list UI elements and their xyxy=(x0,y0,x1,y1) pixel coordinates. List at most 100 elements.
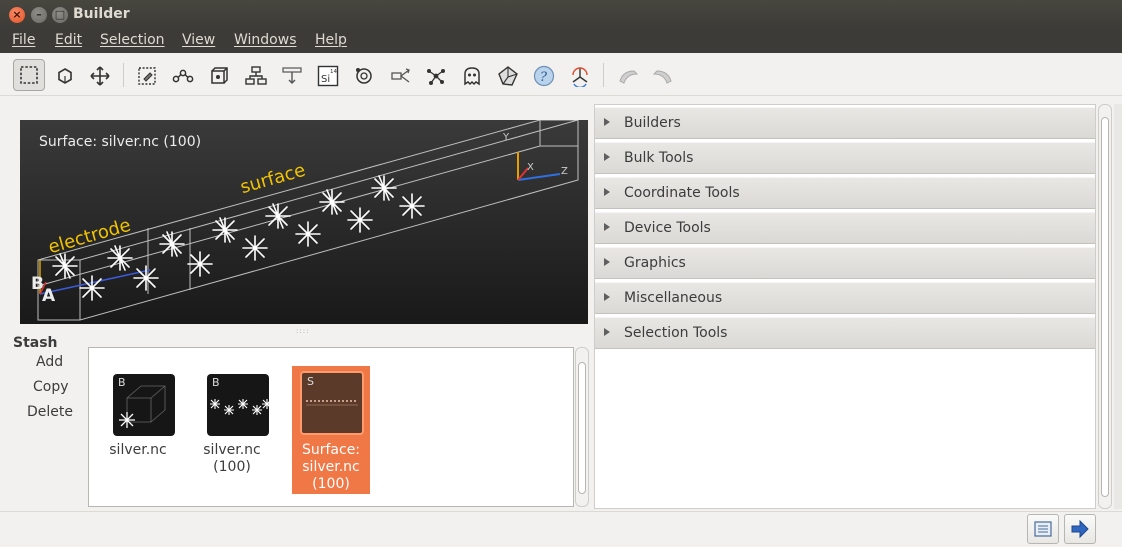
scrollbar-thumb[interactable] xyxy=(578,362,586,494)
stash-item-label: Surface: silver.nc (100) xyxy=(301,442,361,492)
toolbar-separator xyxy=(123,63,124,87)
bonds-tool-button[interactable] xyxy=(168,61,198,91)
stash-item-selected[interactable]: S Surface: silver.nc (100) xyxy=(292,366,370,494)
expand-arrow-icon xyxy=(604,328,610,336)
undo-icon xyxy=(619,70,639,84)
molecule-icon xyxy=(427,69,445,85)
element-si-icon: Si14 xyxy=(317,65,339,87)
menu-windows[interactable]: Windows xyxy=(234,32,297,48)
maximize-window-button[interactable]: □ xyxy=(52,7,68,23)
section-label: Selection Tools xyxy=(624,325,728,341)
polyhedra-tool-button[interactable] xyxy=(493,61,523,91)
stash-title: Stash xyxy=(13,335,58,351)
section-label: Graphics xyxy=(624,255,686,271)
title-bar: × – □ Builder xyxy=(0,0,1122,30)
menu-view[interactable]: View xyxy=(182,32,215,48)
hierarchy-tool-button[interactable] xyxy=(241,61,271,91)
expand-arrow-icon xyxy=(604,258,610,266)
stash-item-label: silver.nc (100) xyxy=(203,442,261,475)
section-graphics[interactable]: Graphics xyxy=(595,247,1095,279)
stash-list: B silver.nc B silver.nc (100) S Surface:… xyxy=(88,347,574,507)
minimize-window-button[interactable]: – xyxy=(31,7,47,23)
structure-viewport[interactable]: Surface: silver.nc (100) electrode surfa… xyxy=(20,120,588,324)
select-region-icon xyxy=(20,66,38,84)
rotate-tool-button[interactable] xyxy=(50,61,80,91)
atom-label-tool-button[interactable] xyxy=(349,61,379,91)
send-to-button[interactable] xyxy=(1064,514,1096,544)
measure-tool-button[interactable] xyxy=(277,61,307,91)
axis-z-label: Z xyxy=(561,166,568,177)
ghost-icon xyxy=(464,67,480,86)
move-tool-button[interactable] xyxy=(85,61,115,91)
menu-selection[interactable]: Selection xyxy=(100,32,165,48)
menu-file[interactable]: File xyxy=(12,32,35,48)
section-label: Bulk Tools xyxy=(624,150,694,166)
stash-thumbnail: B xyxy=(207,374,269,436)
stash-item[interactable]: B silver.nc xyxy=(99,366,177,494)
tools-panel-scrollbar[interactable] xyxy=(1098,104,1112,509)
redo-button[interactable] xyxy=(648,61,678,91)
menu-edit[interactable]: Edit xyxy=(55,32,82,48)
select-region-tool-button[interactable] xyxy=(13,59,45,91)
cell-icon xyxy=(211,67,228,84)
panel-icon xyxy=(1034,521,1052,537)
window-edge xyxy=(1114,104,1122,509)
expand-arrow-icon xyxy=(604,293,610,301)
splitter-handle[interactable]: :::: xyxy=(296,327,308,335)
axis-y-label: Y xyxy=(503,132,510,143)
bulk-preview-icon xyxy=(119,385,166,428)
menu-help[interactable]: Help xyxy=(315,32,347,48)
svg-text:?: ? xyxy=(540,70,548,85)
stash-add-button[interactable]: Add xyxy=(36,354,63,370)
atom-label-icon xyxy=(356,68,372,84)
axis-x-label: X xyxy=(527,162,534,173)
section-label: Builders xyxy=(624,115,681,131)
undo-button[interactable] xyxy=(613,61,643,91)
measure-icon xyxy=(282,67,302,84)
section-selection-tools[interactable]: Selection Tools xyxy=(595,317,1095,349)
panel-toggle-button[interactable] xyxy=(1027,514,1059,544)
expand-arrow-icon xyxy=(604,188,610,196)
viewport-title: Surface: silver.nc (100) xyxy=(39,134,202,150)
section-label: Miscellaneous xyxy=(624,290,723,306)
section-label: Coordinate Tools xyxy=(624,185,740,201)
tools-panel: Builders Bulk Tools Coordinate Tools Dev… xyxy=(594,104,1096,509)
split-tool-button[interactable] xyxy=(385,61,415,91)
help-tool-button[interactable]: ? xyxy=(529,61,559,91)
bonds-icon xyxy=(172,69,194,83)
element-tool-button[interactable]: Si 14 xyxy=(313,61,343,91)
close-window-button[interactable]: × xyxy=(9,7,25,23)
section-builders[interactable]: Builders xyxy=(595,107,1095,139)
section-device-tools[interactable]: Device Tools xyxy=(595,212,1095,244)
expand-arrow-icon xyxy=(604,118,610,126)
rotate-icon xyxy=(58,68,72,84)
scrollbar-thumb[interactable] xyxy=(1101,117,1109,497)
corner-a-label: A xyxy=(42,286,56,306)
expand-arrow-icon xyxy=(604,153,610,161)
toolbar-separator xyxy=(603,63,604,87)
section-bulk-tools[interactable]: Bulk Tools xyxy=(595,142,1095,174)
section-coordinate-tools[interactable]: Coordinate Tools xyxy=(595,177,1095,209)
section-miscellaneous[interactable]: Miscellaneous xyxy=(595,282,1095,314)
axes-tool-button[interactable] xyxy=(565,61,595,91)
cell-tool-button[interactable] xyxy=(204,61,234,91)
slab-preview-icon xyxy=(210,399,269,415)
ghost-tool-button[interactable] xyxy=(457,61,487,91)
status-bar xyxy=(0,511,1122,547)
stash-item-label: silver.nc xyxy=(109,442,167,458)
help-icon: ? xyxy=(533,65,555,87)
stash-delete-button[interactable]: Delete xyxy=(27,404,73,420)
molecule-tool-button[interactable] xyxy=(421,61,451,91)
stash-copy-button[interactable]: Copy xyxy=(33,379,69,395)
select-tool-button[interactable] xyxy=(132,61,162,91)
expand-arrow-icon xyxy=(604,223,610,231)
send-arrow-icon xyxy=(1071,519,1089,539)
select-tool-icon xyxy=(138,67,156,85)
window-title: Builder xyxy=(73,6,130,22)
stash-item[interactable]: B silver.nc (100) xyxy=(193,366,271,494)
polyhedra-icon xyxy=(498,66,518,86)
stash-thumbnail: S xyxy=(300,371,364,435)
split-icon xyxy=(391,68,410,83)
menu-bar: File Edit Selection View Windows Help xyxy=(0,30,1122,53)
stash-scrollbar[interactable] xyxy=(575,347,589,507)
